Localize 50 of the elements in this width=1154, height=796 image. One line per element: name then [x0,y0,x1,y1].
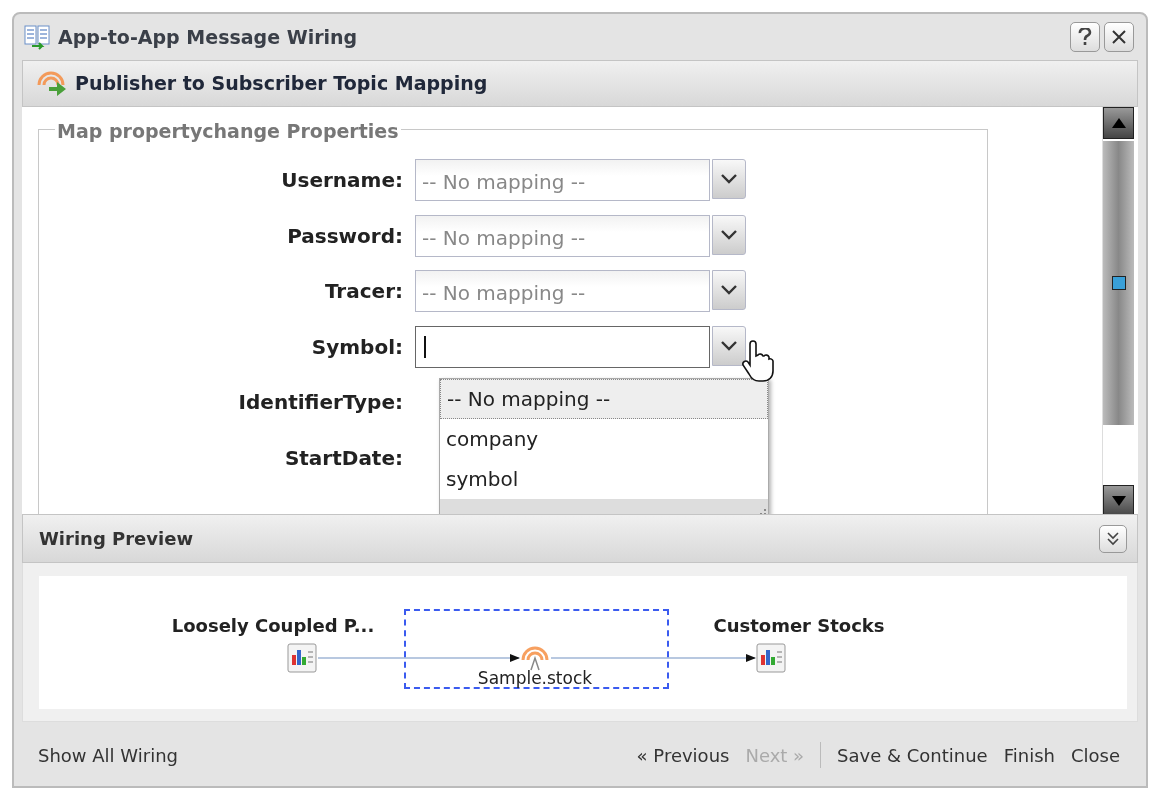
field-label: IdentifierType: [237,389,404,417]
chevron-down-icon [721,229,737,240]
collapse-button[interactable] [1099,524,1127,553]
dropdown-trigger[interactable] [712,270,746,311]
down-arrow-icon [1111,496,1126,507]
combo-field[interactable] [415,325,710,368]
combo-field[interactable]: -- No mapping -- [415,270,710,313]
field-label: Username: [280,167,404,194]
field-label: Symbol: [310,333,404,361]
chevron-down-icon [721,340,737,351]
node-label: Customer Stocks [713,614,885,639]
field-label: Tracer: [323,278,404,306]
footer-button[interactable]: « Previous [628,741,738,769]
dropdown-option[interactable]: company [440,419,768,460]
node-label: Sample.stock [477,667,593,691]
chevron-down-icon [721,174,737,184]
footer-button[interactable]: Finish [995,741,1063,769]
window-title: App-to-App Message Wiring [58,24,358,50]
field-label: StartDate: [283,445,404,472]
node-label: Loosely Coupled P... [171,614,375,639]
help-button[interactable] [1070,21,1100,52]
footer-button[interactable]: Close [1062,741,1128,769]
chevron-down-icon [721,285,737,296]
dropdown-trigger[interactable] [712,159,746,199]
combo-field[interactable]: -- No mapping -- [415,159,710,201]
resize-grip-icon[interactable] [758,507,768,514]
close-button[interactable] [1104,21,1134,52]
chart-window-icon [287,643,317,673]
help-icon [1078,27,1092,46]
footer-button[interactable]: Save & Continue [829,741,996,769]
dropdown-trigger[interactable] [712,214,746,255]
show-all-wiring-link[interactable]: Show All Wiring [38,741,178,769]
dropdown-option[interactable]: -- No mapping -- [440,379,768,420]
up-arrow-icon [1111,118,1126,129]
preview-title: Wiring Preview [39,527,194,552]
broadcast-icon [521,647,549,672]
dropdown-option[interactable]: symbol [440,459,768,500]
panel-title: Publisher to Subscriber Topic Mapping [75,71,488,97]
scrollbar[interactable] [1102,107,1134,514]
close-icon [1111,28,1127,45]
scroll-up-button[interactable] [1103,107,1134,140]
scroll-down-button[interactable] [1103,485,1134,514]
scroll-thumb[interactable] [1103,141,1134,426]
dropdown-trigger[interactable] [712,325,746,366]
grip-icon [1111,276,1126,291]
combo-field[interactable]: -- No mapping -- [415,214,710,257]
field-label: Password: [286,222,404,250]
chart-window-icon [756,643,786,673]
double-chevron-icon [1106,530,1120,547]
wiring-icon [24,23,50,50]
